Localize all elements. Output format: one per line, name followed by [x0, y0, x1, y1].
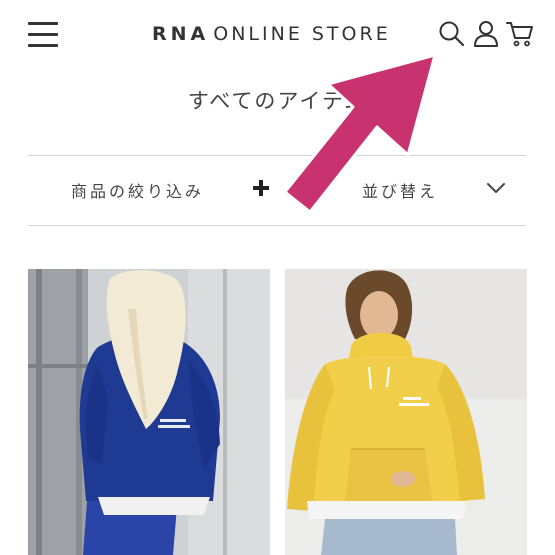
product-image-yellow-sweatshirt — [285, 269, 527, 555]
plus-icon — [253, 180, 269, 196]
sort-button[interactable]: 並び替え — [277, 156, 526, 225]
filter-sort-bar: 商品の絞り込み 並び替え — [28, 156, 526, 225]
logo-brand: RNA — [152, 23, 210, 45]
logo-store-label: ONLINE STORE — [213, 23, 391, 45]
filter-button[interactable]: 商品の絞り込み — [28, 156, 277, 225]
product-card-yellow-sweatshirt[interactable] — [285, 269, 527, 555]
product-image-navy-hoodie — [28, 269, 270, 555]
chevron-down-icon — [487, 183, 505, 193]
menu-icon[interactable] — [28, 20, 58, 48]
cart-icon[interactable] — [506, 20, 534, 48]
search-icon[interactable] — [438, 20, 466, 48]
sort-label: 並び替え — [362, 182, 439, 201]
product-card-navy-hoodie[interactable] — [28, 269, 270, 555]
user-icon[interactable] — [473, 20, 499, 48]
filter-label: 商品の絞り込み — [71, 182, 205, 201]
site-header: RNA ONLINE STORE — [0, 0, 555, 70]
divider-bottom — [28, 225, 526, 226]
site-logo[interactable]: RNA ONLINE STORE — [152, 22, 391, 46]
page-title: すべてのアイテム — [187, 89, 368, 113]
